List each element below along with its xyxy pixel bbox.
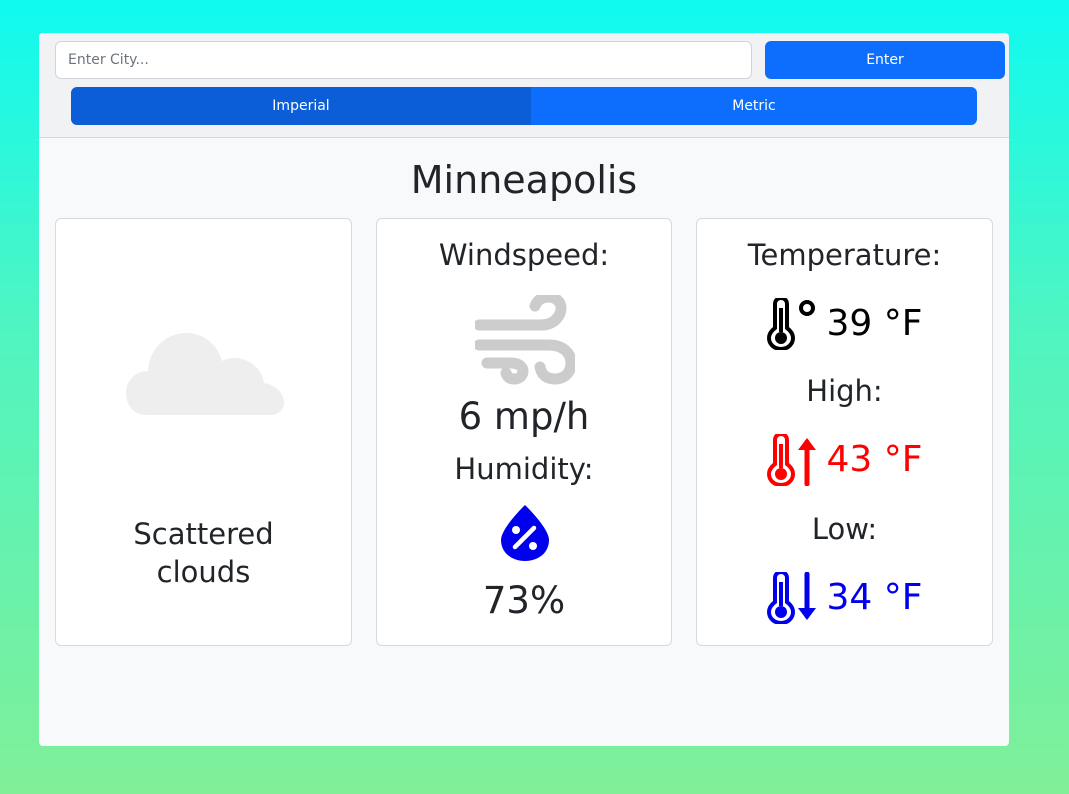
wind-icon	[475, 295, 575, 385]
weather-app: Enter Imperial Metric Minneapolis Scatte…	[39, 33, 1009, 746]
current-temperature-value: 39 °F	[826, 303, 923, 344]
windspeed-value: 6 mp/h	[458, 395, 590, 438]
high-label: High:	[806, 374, 883, 408]
windspeed-label: Windspeed:	[438, 238, 610, 272]
humidity-value: 73%	[482, 579, 566, 622]
temperature-label: Temperature:	[747, 238, 942, 272]
enter-button[interactable]: Enter	[765, 41, 1005, 79]
condition-line-1: Scattered	[133, 517, 274, 551]
cloud-icon	[126, 333, 284, 415]
current-temperature-row: 39 °F	[697, 297, 992, 351]
search-bar: Enter Imperial Metric	[39, 33, 1009, 138]
thermometer-down-icon	[766, 572, 816, 624]
humidity-droplet-icon	[501, 505, 549, 561]
low-temperature-row: 34 °F	[697, 571, 992, 625]
high-temperature-row: 43 °F	[697, 433, 992, 487]
thermometer-icon	[766, 298, 815, 350]
unit-toggle-group: Imperial Metric	[71, 87, 977, 125]
low-label: Low:	[811, 512, 878, 546]
condition-line-2: clouds	[156, 555, 251, 589]
condition-card: Scattered clouds	[55, 218, 352, 646]
high-temperature-value: 43 °F	[826, 439, 923, 480]
temperature-card: Temperature: 39 °F High: 43 °F Low: 34 °…	[696, 218, 993, 646]
wind-humidity-card: Windspeed: 6 mp/h Humidity: 73%	[376, 218, 672, 646]
imperial-button[interactable]: Imperial	[71, 87, 531, 125]
city-title: Minneapolis	[410, 158, 638, 202]
metric-button[interactable]: Metric	[531, 87, 977, 125]
low-temperature-value: 34 °F	[826, 577, 923, 618]
humidity-label: Humidity:	[454, 452, 594, 486]
city-search-input[interactable]	[55, 41, 752, 79]
thermometer-up-icon	[766, 434, 816, 486]
